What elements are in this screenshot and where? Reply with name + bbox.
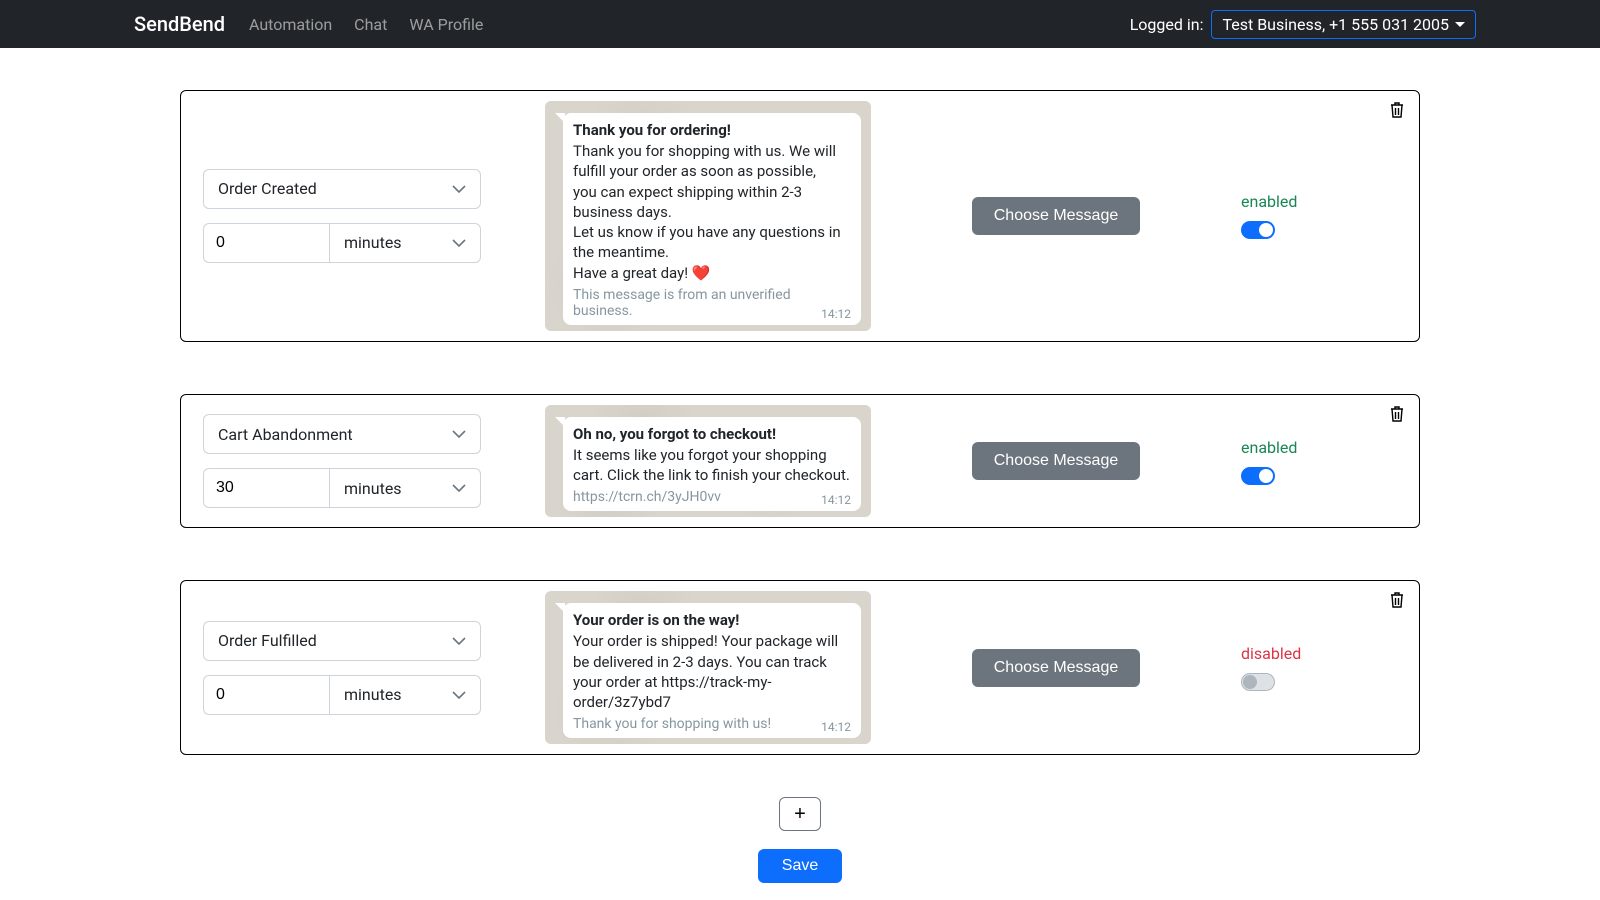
trash-icon [1389,591,1405,609]
whatsapp-background: Thank you for ordering! Thank you for sh… [545,101,871,331]
add-rule-button[interactable]: + [779,797,821,831]
action-column: Choose Message [871,442,1241,480]
trigger-select[interactable]: Cart Abandonment [203,414,481,454]
trigger-column: Cart Abandonment minutes [203,414,513,508]
message-title: Your order is on the way! [573,611,851,629]
delay-row: minutes [203,468,481,508]
delay-unit-select[interactable]: minutes [329,223,481,263]
delete-rule-button[interactable] [1389,591,1405,609]
message-time: 14:12 [821,307,851,321]
toggle-knob [1259,469,1273,483]
chevron-down-icon [1455,22,1465,27]
toggle-knob [1259,223,1273,237]
chevron-down-icon [452,185,466,193]
nav-link-wa-profile[interactable]: WA Profile [409,15,483,34]
whatsapp-background: Your order is on the way! Your order is … [545,591,871,744]
nav-link-chat[interactable]: Chat [354,15,387,34]
message-title: Thank you for ordering! [573,121,851,139]
message-time: 14:12 [821,720,851,734]
message-title: Oh no, you forgot to checkout! [573,425,851,443]
whatsapp-background: Oh no, you forgot to checkout! It seems … [545,405,871,518]
delay-input[interactable] [203,223,329,263]
rule-card: Order Fulfilled minutes Your order is on… [180,580,1420,755]
message-preview: Oh no, you forgot to checkout! It seems … [545,405,871,518]
nav-left: SendBend Automation Chat WA Profile [16,12,491,36]
enabled-toggle[interactable] [1241,673,1275,691]
message-bubble: Thank you for ordering! Thank you for sh… [563,113,861,325]
delay-unit-select[interactable]: minutes [329,468,481,508]
delay-unit-value: minutes [344,685,402,704]
delay-unit-value: minutes [344,233,402,252]
trash-icon [1389,101,1405,119]
trigger-column: Order Created minutes [203,169,513,263]
delay-input[interactable] [203,675,329,715]
enabled-toggle[interactable] [1241,221,1275,239]
message-body: Thank you for shopping with us. We will … [573,141,851,283]
nav-link-automation[interactable]: Automation [249,15,332,34]
chevron-down-icon [452,430,466,438]
message-bubble: Your order is on the way! Your order is … [563,603,861,738]
message-body: It seems like you forgot your shopping c… [573,445,851,486]
delay-row: minutes [203,223,481,263]
save-button[interactable]: Save [758,849,842,883]
toggle-column: disabled [1241,644,1401,691]
message-body: Your order is shipped! Your package will… [573,631,851,712]
trash-icon [1389,405,1405,423]
message-link: https://tcrn.ch/3yJH0vv [573,489,851,505]
delay-input[interactable] [203,468,329,508]
trigger-select[interactable]: Order Created [203,169,481,209]
choose-message-button[interactable]: Choose Message [972,649,1141,687]
rule-card: Cart Abandonment minutes Oh no, you forg… [180,394,1420,529]
rule-card: Order Created minutes Thank you for orde… [180,90,1420,342]
message-footer: Thank you for shopping with us! [573,716,851,732]
nav-right: Logged in: Test Business, +1 555 031 200… [1130,10,1584,39]
delay-unit-select[interactable]: minutes [329,675,481,715]
trigger-column: Order Fulfilled minutes [203,621,513,715]
chevron-down-icon [452,637,466,645]
trigger-value: Order Fulfilled [218,631,317,650]
trigger-value: Cart Abandonment [218,425,353,444]
chevron-down-icon [452,239,466,247]
rules-container: Order Created minutes Thank you for orde… [180,48,1420,883]
chevron-down-icon [452,691,466,699]
message-preview: Thank you for ordering! Thank you for sh… [545,101,871,331]
account-name: Test Business, +1 555 031 2005 [1222,15,1449,34]
delay-row: minutes [203,675,481,715]
message-footer: This message is from an unverified busin… [573,287,851,319]
status-label: enabled [1241,192,1297,211]
toggle-column: enabled [1241,192,1401,239]
delete-rule-button[interactable] [1389,405,1405,423]
choose-message-button[interactable]: Choose Message [972,442,1141,480]
toggle-column: enabled [1241,438,1401,485]
bottom-actions: + Save [180,797,1420,883]
status-label: disabled [1241,644,1301,663]
message-preview: Your order is on the way! Your order is … [545,591,871,744]
delay-unit-value: minutes [344,479,402,498]
toggle-knob [1243,675,1257,689]
action-column: Choose Message [871,649,1241,687]
navbar: SendBend Automation Chat WA Profile Logg… [0,0,1600,48]
action-column: Choose Message [871,197,1241,235]
trigger-value: Order Created [218,179,317,198]
message-bubble: Oh no, you forgot to checkout! It seems … [563,417,861,512]
status-label: enabled [1241,438,1297,457]
trigger-select[interactable]: Order Fulfilled [203,621,481,661]
message-time: 14:12 [821,493,851,507]
account-dropdown[interactable]: Test Business, +1 555 031 2005 [1211,10,1476,39]
choose-message-button[interactable]: Choose Message [972,197,1141,235]
logged-in-label: Logged in: [1130,15,1204,34]
delete-rule-button[interactable] [1389,101,1405,119]
enabled-toggle[interactable] [1241,467,1275,485]
brand[interactable]: SendBend [134,12,225,36]
chevron-down-icon [452,484,466,492]
